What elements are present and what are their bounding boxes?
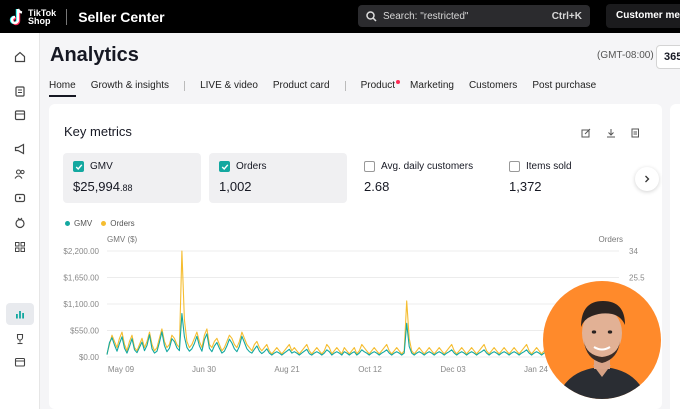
metric-avg-daily-customers[interactable]: Avg. daily customers 2.68 bbox=[354, 153, 492, 203]
download-icon[interactable] bbox=[606, 125, 616, 138]
brand-divider bbox=[66, 8, 68, 25]
tab-product[interactable]: Product bbox=[360, 80, 401, 97]
tab-customers[interactable]: Customers bbox=[469, 80, 517, 97]
y2-tick-label: 25.5 bbox=[629, 274, 645, 283]
tiktok-logo-icon bbox=[9, 8, 25, 26]
customer-messages-button[interactable]: Customer messages bbox=[606, 4, 680, 28]
metric-items-sold[interactable]: Items sold 1,372 bbox=[499, 153, 637, 203]
tab-live-video[interactable]: LIVE & video bbox=[200, 80, 258, 97]
logo-text: TikTok Shop bbox=[28, 8, 56, 26]
tiktok-shop-logo[interactable]: TikTok Shop bbox=[9, 8, 56, 26]
legend-dot bbox=[65, 221, 70, 226]
date-range-button[interactable]: 365 bbox=[656, 45, 680, 69]
legend-label: Orders bbox=[110, 219, 135, 228]
tab-product-label: Product bbox=[360, 80, 396, 91]
new-indicator-dot bbox=[396, 80, 401, 84]
metric-label: Orders bbox=[236, 161, 267, 172]
metric-label: Avg. daily customers bbox=[381, 161, 474, 172]
y2-tick-label: 34 bbox=[629, 247, 638, 256]
metric-value: 1,372 bbox=[509, 179, 542, 194]
edit-icon[interactable] bbox=[581, 125, 591, 138]
presenter-avatar bbox=[543, 281, 661, 399]
y-tick-label: $2,200.00 bbox=[63, 247, 99, 256]
box-icon[interactable] bbox=[12, 107, 28, 123]
megaphone-icon[interactable] bbox=[12, 141, 28, 157]
y-tick-label: $1,650.00 bbox=[63, 274, 99, 283]
gmv-checkbox[interactable] bbox=[73, 161, 84, 172]
orders-checkbox[interactable] bbox=[219, 161, 230, 172]
metric-value: 1,002 bbox=[219, 179, 252, 194]
document-icon[interactable] bbox=[630, 125, 640, 138]
analytics-tabs: Home Growth & insights LIVE & video Prod… bbox=[49, 80, 611, 98]
top-bar: TikTok Shop Seller Center Search: "restr… bbox=[0, 0, 680, 33]
metrics-next-button[interactable] bbox=[635, 167, 659, 191]
metric-orders[interactable]: Orders 1,002 bbox=[209, 153, 347, 203]
metric-label: GMV bbox=[90, 161, 113, 172]
metric-gmv[interactable]: GMV $25,994.88 bbox=[63, 153, 201, 203]
page-title: Analytics bbox=[50, 44, 139, 66]
legend-label: GMV bbox=[74, 219, 93, 228]
metric-value: $25,994 bbox=[73, 179, 120, 194]
search-box[interactable]: Search: "restricted" Ctrl+K bbox=[358, 5, 590, 27]
metric-label: Items sold bbox=[526, 161, 572, 172]
brand-title: Seller Center bbox=[78, 8, 165, 25]
x-tick-label: May 09 bbox=[108, 365, 135, 374]
clipboard-icon[interactable] bbox=[12, 83, 28, 99]
x-tick-label: Jun 30 bbox=[192, 365, 217, 374]
items-sold-checkbox[interactable] bbox=[509, 161, 520, 172]
y-tick-label: $0.00 bbox=[79, 353, 100, 362]
tab-growth-insights[interactable]: Growth & insights bbox=[91, 80, 169, 97]
tab-home[interactable]: Home bbox=[49, 80, 76, 97]
timezone-label: (GMT-08:00) bbox=[597, 50, 654, 61]
logo-line-2: Shop bbox=[28, 15, 51, 26]
tab-product-card[interactable]: Product card bbox=[273, 80, 330, 97]
trophy-icon[interactable] bbox=[12, 331, 28, 347]
tab-marketing[interactable]: Marketing bbox=[410, 80, 454, 97]
avg-daily-customers-checkbox[interactable] bbox=[364, 161, 375, 172]
x-tick-label: Oct 12 bbox=[358, 365, 382, 374]
grid-icon[interactable] bbox=[12, 239, 28, 255]
card-title: Key metrics bbox=[64, 124, 132, 139]
badge-icon[interactable] bbox=[12, 215, 28, 231]
y-tick-label: $1,100.00 bbox=[63, 300, 99, 309]
y-axis-title: GMV ($) bbox=[107, 235, 138, 244]
wallet-icon[interactable] bbox=[12, 354, 28, 370]
legend-orders[interactable]: Orders bbox=[101, 219, 135, 228]
search-icon bbox=[366, 10, 377, 22]
y2-axis-title: Orders bbox=[599, 235, 623, 244]
bar-chart-icon[interactable] bbox=[12, 306, 28, 322]
x-tick-label: Jan 24 bbox=[524, 365, 549, 374]
chevron-right-icon bbox=[645, 175, 650, 183]
legend-dot bbox=[101, 221, 107, 226]
x-tick-label: Aug 21 bbox=[274, 365, 300, 374]
tab-divider bbox=[344, 81, 346, 91]
users-icon[interactable] bbox=[12, 166, 28, 182]
home-icon[interactable] bbox=[12, 49, 28, 65]
sidebar bbox=[0, 33, 40, 409]
tab-post-purchase[interactable]: Post purchase bbox=[532, 80, 596, 97]
search-input[interactable]: Search: "restricted" bbox=[383, 11, 552, 22]
video-icon[interactable] bbox=[12, 190, 28, 206]
tab-divider bbox=[184, 81, 186, 91]
metric-value: 2.68 bbox=[364, 179, 390, 194]
y-tick-label: $550.00 bbox=[70, 327, 99, 336]
search-shortcut: Ctrl+K bbox=[551, 10, 582, 22]
right-side-panel bbox=[670, 104, 680, 409]
legend-gmv[interactable]: GMV bbox=[65, 219, 92, 228]
chart-legend: GMV Orders bbox=[65, 219, 144, 228]
x-tick-label: Dec 03 bbox=[440, 365, 466, 374]
metric-value-cents: .88 bbox=[120, 183, 133, 193]
